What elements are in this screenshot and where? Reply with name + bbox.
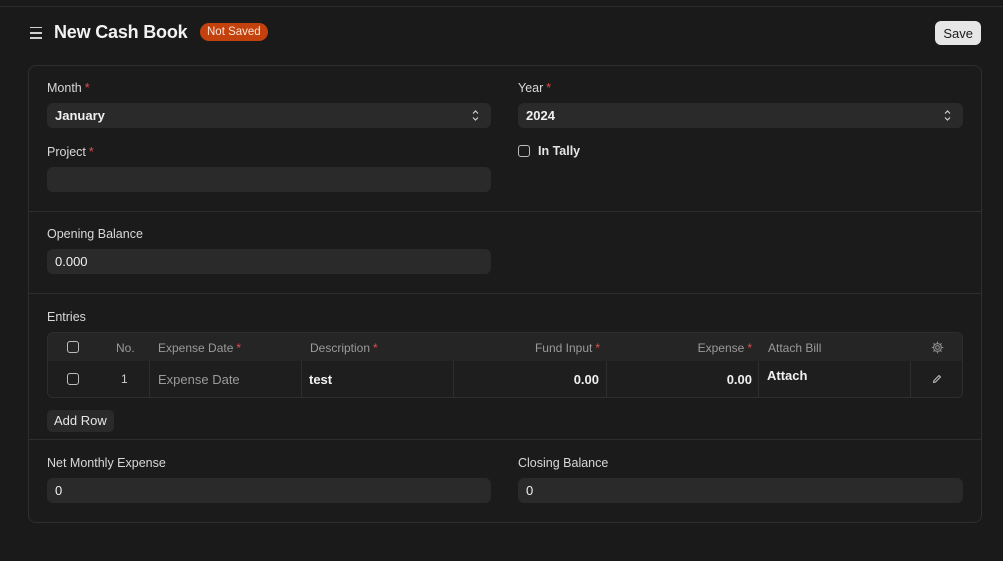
year-select[interactable]: 2024 — [518, 103, 963, 128]
cell-divider — [910, 361, 911, 397]
col-fund-input: Fund Input * — [534, 341, 600, 355]
col-description: Description * — [310, 341, 378, 355]
closing-balance-input[interactable]: 0 — [518, 478, 963, 503]
col-attach-bill: Attach Bill — [768, 341, 822, 355]
opening-balance-input[interactable]: 0.000 — [47, 249, 491, 274]
cell-divider — [149, 361, 150, 397]
col-no: No. — [116, 341, 135, 355]
add-row-button[interactable]: Add Row — [47, 410, 114, 432]
row-no: 1 — [121, 372, 128, 386]
month-select[interactable]: January — [47, 103, 491, 128]
cell-divider — [606, 361, 607, 397]
month-label: Month * — [47, 81, 90, 95]
project-input[interactable] — [47, 167, 491, 192]
save-button[interactable]: Save — [935, 21, 981, 45]
year-value: 2024 — [526, 108, 555, 123]
edit-pencil-icon[interactable] — [932, 374, 942, 384]
table-header: No. Expense Date * Description * Fund Inpu… — [48, 333, 962, 361]
expense-input[interactable]: 0.00 — [727, 372, 752, 387]
table-row[interactable]: 1 Expense Date test 0.00 0.00 Attach — [48, 361, 962, 397]
page-header: New Cash Book Not Saved Save — [28, 18, 983, 48]
select-arrows-icon — [472, 110, 479, 121]
settings-gear-icon[interactable] — [931, 341, 944, 354]
opening-balance-label: Opening Balance — [47, 227, 143, 241]
select-all-checkbox[interactable] — [67, 341, 79, 353]
cell-divider — [453, 361, 454, 397]
section-divider — [29, 211, 981, 212]
top-divider — [0, 6, 1003, 7]
project-label: Project * — [47, 145, 94, 159]
col-expense: Expense * — [697, 341, 752, 355]
net-monthly-expense-label: Net Monthly Expense — [47, 456, 166, 470]
menu-icon[interactable] — [30, 27, 42, 39]
fund-input-input[interactable]: 0.00 — [574, 372, 599, 387]
in-tally-checkbox[interactable] — [518, 145, 530, 157]
description-input[interactable]: test — [309, 372, 332, 387]
net-monthly-expense-input[interactable]: 0 — [47, 478, 491, 503]
entries-table: No. Expense Date * Description * Fund Inpu… — [47, 332, 963, 398]
select-arrows-icon — [944, 110, 951, 121]
row-select-checkbox[interactable] — [67, 373, 79, 385]
section-divider — [29, 293, 981, 294]
col-expense-date: Expense Date * — [158, 341, 242, 355]
cell-divider — [758, 361, 759, 397]
closing-balance-label: Closing Balance — [518, 456, 609, 470]
cell-divider — [301, 361, 302, 397]
in-tally-label: In Tally — [538, 144, 581, 158]
section-divider — [29, 439, 981, 440]
attach-bill-button[interactable]: Attach — [767, 368, 807, 383]
expense-date-input[interactable]: Expense Date — [158, 372, 240, 387]
year-label: Year * — [518, 81, 552, 95]
month-value: January — [55, 108, 105, 123]
form-card: Month * January Year * 2024 Project * In Ta… — [28, 65, 982, 523]
status-badge: Not Saved — [200, 23, 268, 41]
entries-label: Entries — [47, 310, 86, 324]
page-title: New Cash Book — [54, 22, 188, 42]
